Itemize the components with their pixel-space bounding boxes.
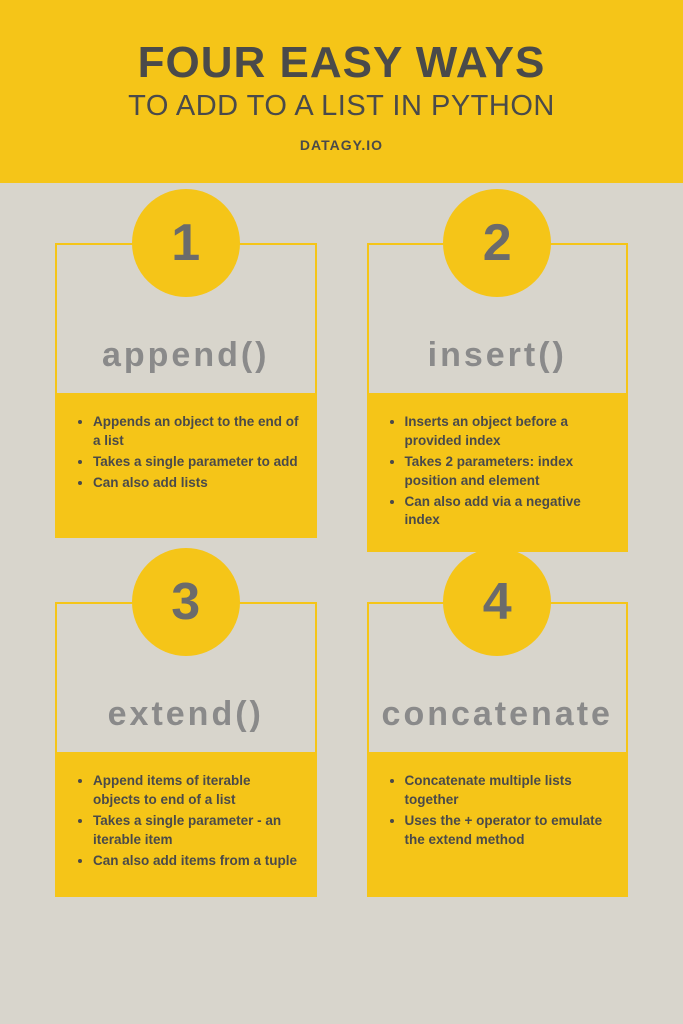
card-insert: 2 insert() Inserts an object before a pr… xyxy=(367,243,629,552)
card-point: Takes a single parameter to add xyxy=(93,453,299,472)
card-point: Append items of iterable objects to end … xyxy=(93,772,299,810)
card-point: Can also add items from a tuple xyxy=(93,852,299,871)
page-title: FOUR EASY WAYS xyxy=(20,38,663,88)
card-point: Can also add via a negative index xyxy=(405,493,611,531)
card-number-badge: 1 xyxy=(132,189,240,297)
page-subtitle: TO ADD TO A LIST IN PYTHON xyxy=(20,90,663,123)
card-point: Uses the + operator to emulate the exten… xyxy=(405,812,611,850)
card-name: append() xyxy=(102,336,270,375)
card-number-badge: 3 xyxy=(132,548,240,656)
card-concatenate: 4 concatenate Concatenate multiple lists… xyxy=(367,602,629,911)
card-number-badge: 2 xyxy=(443,189,551,297)
card-name: insert() xyxy=(428,336,567,375)
card-detail: Concatenate multiple lists together Uses… xyxy=(367,752,629,897)
card-detail: Append items of iterable objects to end … xyxy=(55,752,317,897)
card-name: concatenate xyxy=(382,695,613,734)
card-point: Takes 2 parameters: index position and e… xyxy=(405,453,611,491)
card-point: Inserts an object before a provided inde… xyxy=(405,413,611,451)
card-append: 1 append() Appends an object to the end … xyxy=(55,243,317,552)
card-extend: 3 extend() Append items of iterable obje… xyxy=(55,602,317,911)
card-point: Takes a single parameter - an iterable i… xyxy=(93,812,299,850)
card-point: Appends an object to the end of a list xyxy=(93,413,299,451)
card-point: Can also add lists xyxy=(93,474,299,493)
card-detail: Appends an object to the end of a list T… xyxy=(55,393,317,538)
card-detail: Inserts an object before a provided inde… xyxy=(367,393,629,552)
card-point: Concatenate multiple lists together xyxy=(405,772,611,810)
site-label: DATAGY.IO xyxy=(20,137,663,153)
card-number-badge: 4 xyxy=(443,548,551,656)
card-name: extend() xyxy=(108,695,264,734)
header: FOUR EASY WAYS TO ADD TO A LIST IN PYTHO… xyxy=(0,0,683,183)
card-grid: 1 append() Appends an object to the end … xyxy=(0,183,683,962)
